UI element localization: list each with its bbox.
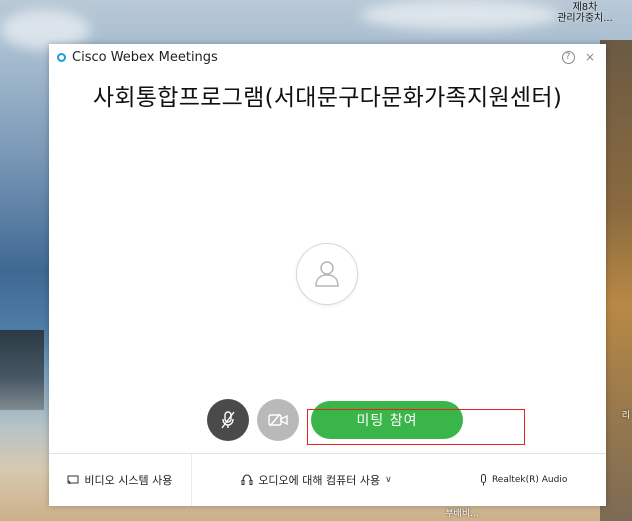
video-button[interactable] [257, 399, 299, 441]
headset-icon [241, 474, 253, 485]
desktop-side-text: 리 [621, 411, 630, 421]
desktop-side-label: 리 [622, 408, 630, 421]
close-icon: × [584, 50, 596, 64]
cast-icon [67, 475, 79, 485]
help-icon: ? [561, 50, 575, 64]
webex-logo-icon [57, 52, 66, 62]
video-off-icon [268, 413, 288, 427]
audio-device-selector[interactable]: Realtek(R) Audio [441, 454, 606, 506]
meeting-title: 사회통합프로그램(서대문구다문화가족지원센터) [92, 85, 563, 111]
rock-image [0, 330, 44, 410]
webex-window: Cisco Webex Meetings ? × 사회통합프로그램(서대문구다문… [49, 44, 606, 506]
desktop-icon-label: 제8차 관리가중치... [557, 2, 613, 24]
video-system-label: 비디오 시스템 사용 [84, 474, 173, 487]
audio-option-label: 오디오에 대해 컴퓨터 사용 [258, 474, 381, 487]
app-name: Cisco Webex Meetings [72, 49, 218, 65]
cloud [360, 0, 560, 30]
avatar [296, 243, 358, 305]
desktop-icon-bottom[interactable]: 부배비... [432, 506, 492, 519]
desktop-icon-file[interactable]: 제8차 관리가중치... [550, 2, 620, 24]
audio-device-label: Realtek(R) Audio [491, 475, 568, 485]
user-icon [315, 261, 339, 287]
help-button[interactable]: ? [560, 49, 576, 65]
desktop-icon-label: 부배비... [445, 509, 479, 519]
microphone-muted-icon [221, 411, 235, 429]
mute-button[interactable] [207, 399, 249, 441]
chevron-down-icon: ∨ [385, 475, 392, 485]
audio-connection-dropdown[interactable]: 오디오에 대해 컴퓨터 사용 ∨ [192, 454, 442, 506]
footer-bar: 비디오 시스템 사용 오디오에 대해 컴퓨터 사용 ∨ Realtek(R) A… [49, 453, 606, 506]
use-video-system-button[interactable]: 비디오 시스템 사용 [49, 454, 192, 506]
microphone-icon [480, 474, 486, 486]
desktop-background: 제8차 관리가중치... 부배비... 리 Cisco Webex Meetin… [0, 0, 632, 521]
join-meeting-button[interactable]: 미팅 참여 [311, 401, 463, 439]
close-button[interactable]: × [582, 49, 598, 65]
title-bar: Cisco Webex Meetings ? × [49, 44, 606, 70]
meeting-controls: 미팅 참여 [207, 399, 463, 441]
